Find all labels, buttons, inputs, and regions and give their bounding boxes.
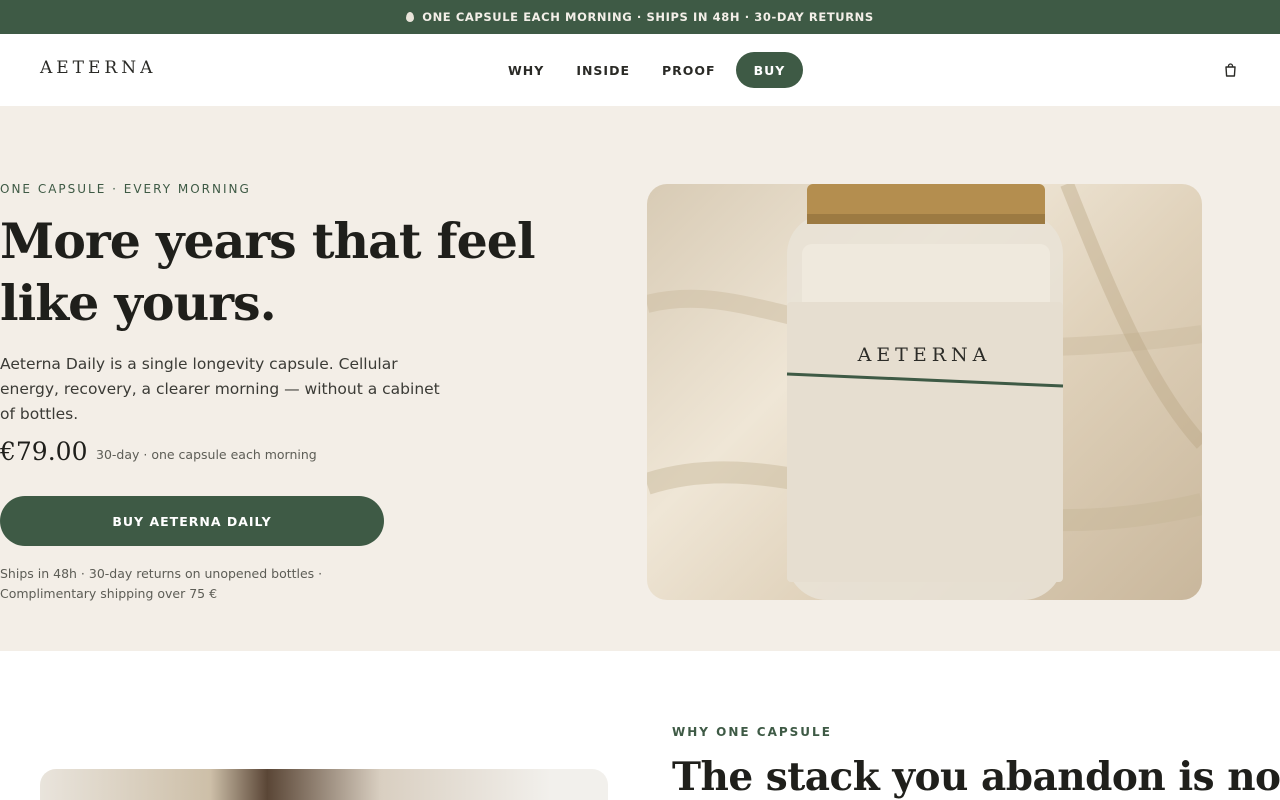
hero-headline: More years that feel like yours. — [0, 212, 536, 332]
announcement-bar: ONE CAPSULE EACH MORNING · SHIPS IN 48H … — [0, 0, 1280, 34]
hero-eyebrow: ONE CAPSULE · EVERY MORNING — [0, 182, 251, 196]
jar-label-text: AETERNA — [857, 344, 992, 366]
nav-why[interactable]: WHY — [492, 52, 560, 88]
shopping-bag-icon[interactable] — [1224, 63, 1237, 77]
nav-proof[interactable]: PROOF — [646, 52, 732, 88]
hero-section: ONE CAPSULE · EVERY MORNING More years t… — [0, 106, 1280, 651]
site-header: AETERNA WHY INSIDE PROOF BUY — [0, 34, 1280, 106]
nav-inside[interactable]: INSIDE — [560, 52, 646, 88]
why-section: WHY ONE CAPSULE The stack you abandon is… — [0, 651, 1280, 800]
product-jar-image: AETERNA — [647, 184, 1202, 600]
hero-subcopy: Aeterna Daily is a single longevity caps… — [0, 355, 440, 423]
announcement-text: ONE CAPSULE EACH MORNING · SHIPS IN 48H … — [422, 10, 874, 24]
brand-logo[interactable]: AETERNA — [40, 58, 156, 78]
drop-icon — [406, 12, 415, 22]
shipping-fine-print: Ships in 48h · 30-day returns on unopene… — [0, 566, 323, 601]
product-price: €79.00 — [0, 437, 88, 466]
jar-illustration — [647, 184, 1202, 600]
price-note: 30-day · one capsule each morning — [96, 447, 317, 462]
main-nav: WHY INSIDE PROOF BUY — [492, 52, 804, 88]
why-eyebrow: WHY ONE CAPSULE — [672, 725, 832, 739]
buy-button[interactable]: BUY AETERNA DAILY — [0, 496, 384, 546]
nav-buy-button[interactable]: BUY — [735, 52, 804, 88]
why-title: The stack you abandon is not a — [672, 754, 1280, 800]
lifestyle-image — [40, 769, 608, 800]
